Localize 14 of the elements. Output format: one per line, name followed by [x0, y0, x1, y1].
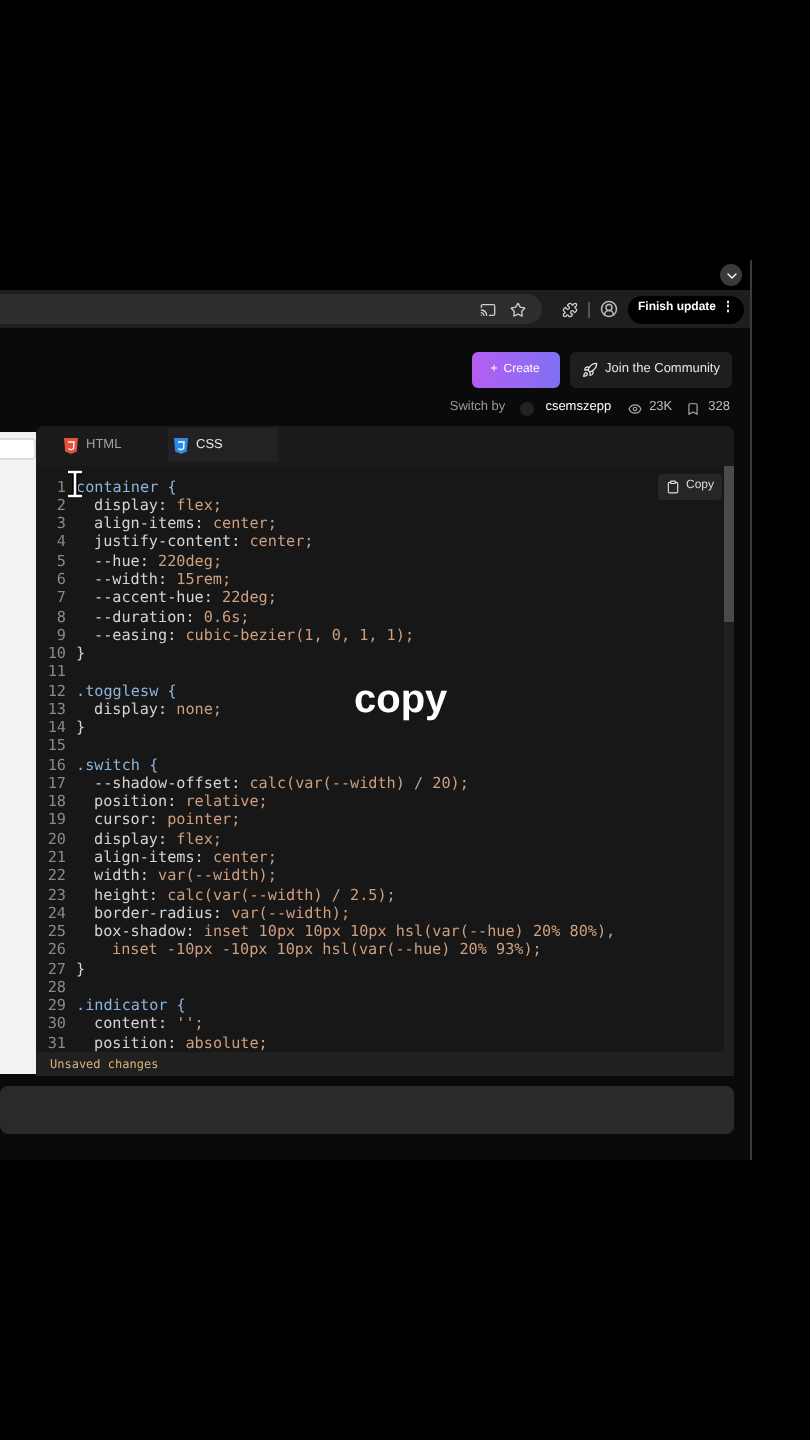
- clipboard-icon: [665, 479, 680, 494]
- cast-icon[interactable]: [480, 301, 496, 317]
- shield-icon: [174, 437, 188, 454]
- avatar-icon[interactable]: [600, 300, 618, 318]
- eye-icon: [627, 401, 642, 415]
- author-avatar: [519, 401, 534, 415]
- shield-icon: [64, 437, 78, 454]
- caption-text: copy: [354, 680, 448, 720]
- scrollbar-thumb[interactable]: [724, 465, 734, 622]
- star-icon[interactable]: [510, 301, 526, 317]
- rocket-icon: [581, 362, 598, 378]
- bookmark-icon: [686, 401, 701, 415]
- puzzle-icon[interactable]: [562, 301, 578, 317]
- tab-list-button[interactable]: [720, 264, 742, 286]
